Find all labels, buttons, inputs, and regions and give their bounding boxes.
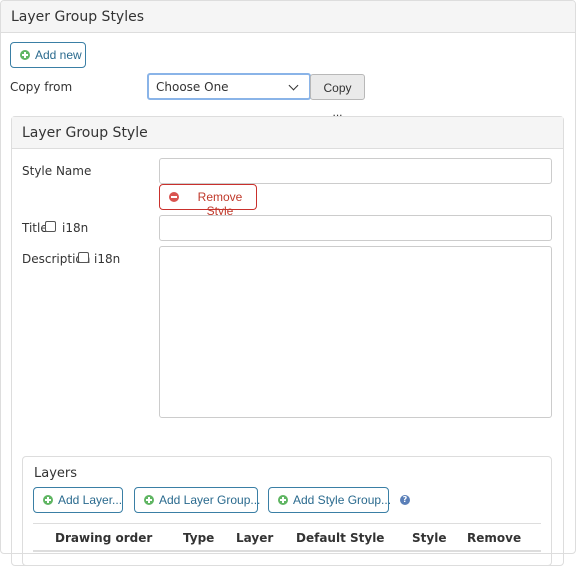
table-header-top-border [33, 523, 541, 524]
copy-from-selected-value: Choose One [156, 80, 229, 94]
column-layer[interactable]: Layer [236, 531, 273, 545]
panel-header: Layer Group Style [12, 117, 563, 149]
plus-circle-icon [20, 50, 30, 60]
style-name-label: Style Name [22, 164, 92, 178]
panel-title: Layer Group Styles [11, 9, 145, 25]
panel-title: Layer Group Style [22, 125, 148, 141]
title-label: Title [22, 221, 48, 235]
copy-from-select[interactable]: Choose One [147, 73, 311, 100]
plus-circle-icon [278, 495, 288, 505]
description-i18n-label: i18n [94, 252, 121, 266]
title-i18n-checkbox[interactable] [45, 221, 56, 232]
plus-circle-icon [144, 495, 154, 505]
table-header-bottom-border [33, 550, 541, 552]
plus-circle-icon [43, 495, 53, 505]
column-style[interactable]: Style [412, 531, 446, 545]
title-i18n-label: i18n [62, 221, 89, 235]
remove-style-button[interactable]: Remove Style [159, 184, 257, 218]
add-layer-button[interactable]: Add Layer... [33, 487, 123, 513]
add-new-button[interactable]: Add new [10, 42, 86, 68]
style-name-input[interactable] [159, 158, 552, 184]
minus-circle-icon [169, 192, 179, 202]
column-drawing-order[interactable]: Drawing order [55, 531, 152, 545]
description-textarea[interactable] [159, 246, 552, 418]
description-i18n-checkbox[interactable] [78, 252, 89, 263]
copy-from-label: Copy from [10, 80, 73, 94]
question-circle-icon[interactable]: ? [400, 495, 410, 505]
add-layer-group-button[interactable]: Add Layer Group... [134, 487, 260, 513]
add-style-group-button[interactable]: Add Style Group... [268, 487, 391, 513]
column-type[interactable]: Type [183, 531, 214, 545]
panel-header: Layer Group Styles [1, 1, 575, 33]
layers-title: Layers [34, 466, 78, 481]
title-input[interactable] [159, 215, 552, 241]
chevron-down-icon [288, 80, 299, 91]
copy-button[interactable]: Copy ... [310, 74, 365, 119]
column-remove[interactable]: Remove [467, 531, 521, 545]
column-default-style[interactable]: Default Style [296, 531, 384, 545]
